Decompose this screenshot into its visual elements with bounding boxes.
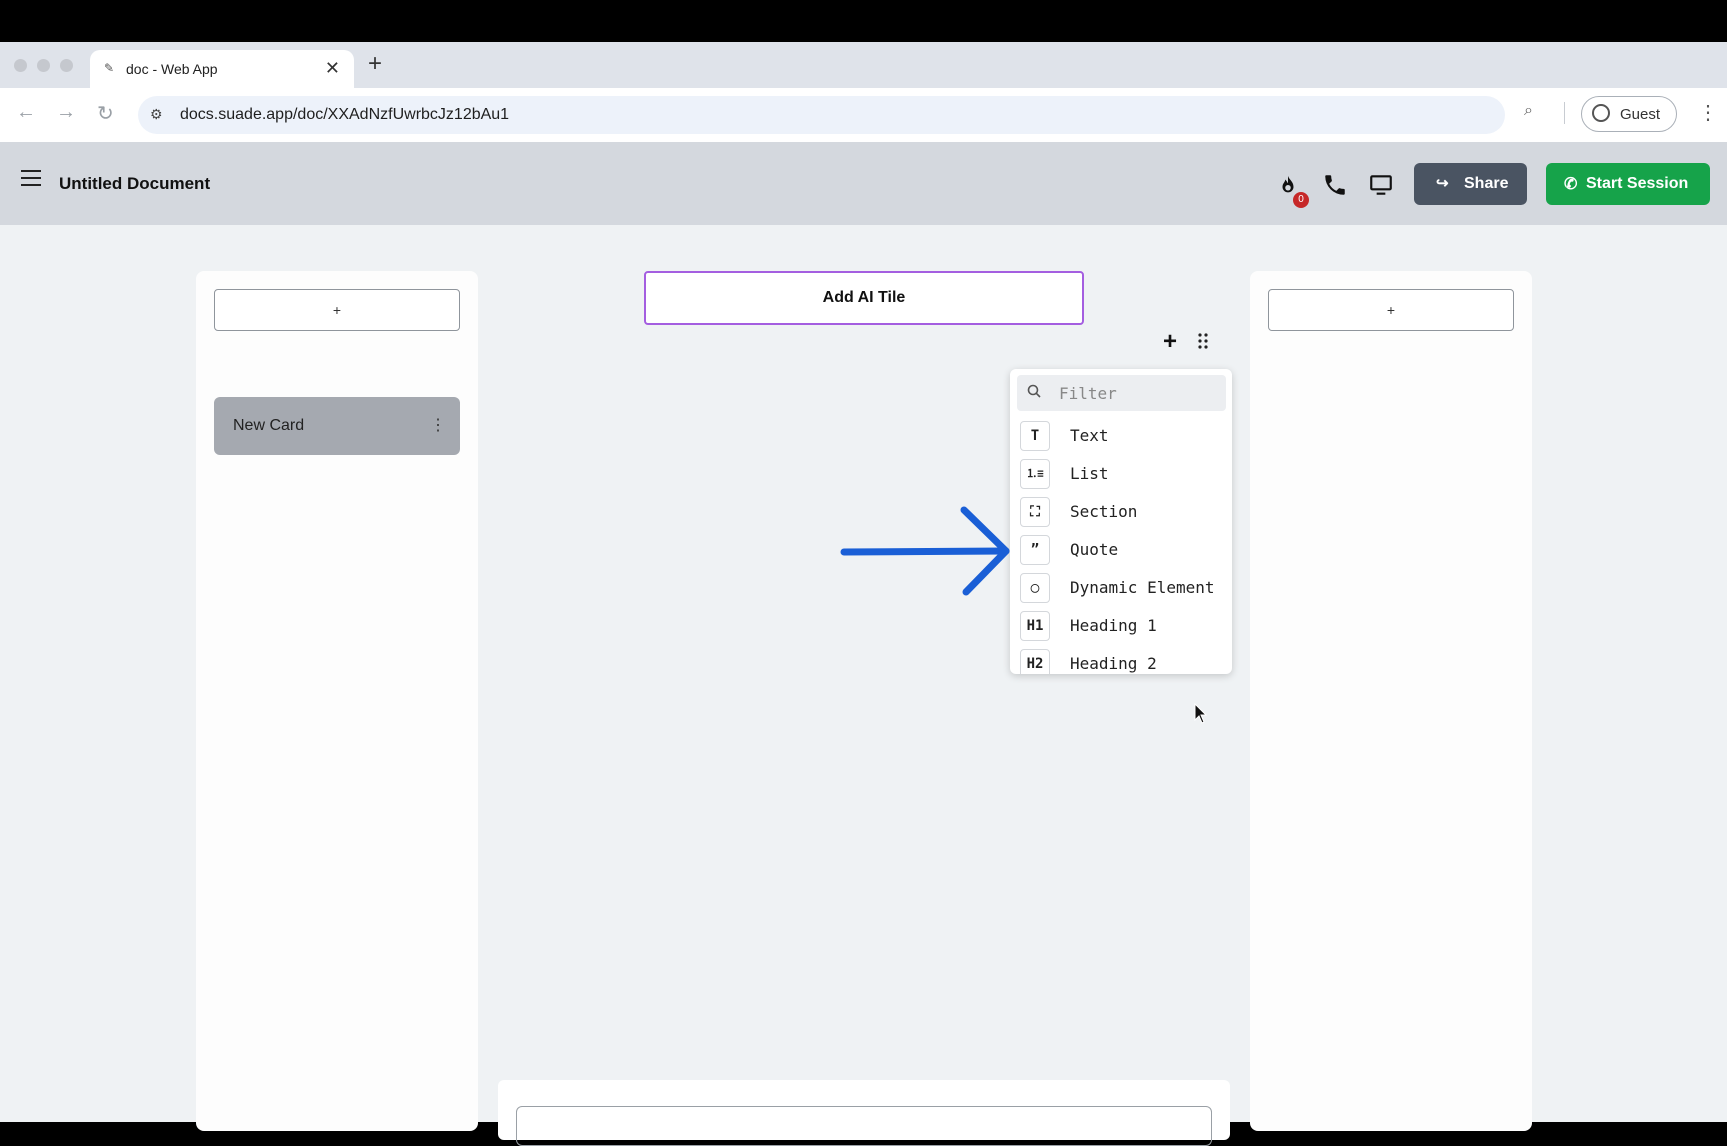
profile-label: Guest — [1620, 106, 1661, 123]
window-zoom-dot[interactable] — [60, 59, 73, 72]
toolbar-divider — [1564, 102, 1565, 124]
section-icon: ⛶ — [1020, 497, 1050, 527]
dynamic-element-icon: ◯ — [1020, 573, 1050, 603]
left-add-card-button[interactable]: + — [214, 289, 460, 331]
text-icon: T — [1020, 421, 1050, 451]
window-close-dot[interactable] — [14, 59, 27, 72]
window-minimize-dot[interactable] — [37, 59, 50, 72]
share-button[interactable]: ↪ Share — [1414, 163, 1527, 205]
phone-icon[interactable] — [1322, 172, 1348, 198]
heading-2-icon: H2 — [1020, 649, 1050, 674]
menu-item-heading-1[interactable]: H1 Heading 1 — [1020, 610, 1232, 644]
new-tab-button[interactable]: + — [368, 50, 382, 78]
add-ai-tile-button[interactable]: Add AI Tile — [644, 271, 1084, 325]
menu-item-section[interactable]: ⛶ Section — [1020, 496, 1232, 530]
drag-handle-icon[interactable] — [1197, 332, 1209, 350]
add-block-button[interactable]: + — [1163, 328, 1177, 356]
menu-item-label: Quote — [1070, 540, 1119, 559]
menu-item-heading-2[interactable]: H2 Heading 2 — [1020, 648, 1232, 674]
profile-icon — [1592, 104, 1610, 122]
menu-item-label: Section — [1070, 502, 1138, 521]
menu-item-dynamic-element[interactable]: ◯ Dynamic Element — [1020, 572, 1232, 606]
quote-icon: ” — [1020, 535, 1050, 565]
menu-item-label: Dynamic Element — [1070, 578, 1215, 597]
start-session-label: Start Session — [1586, 175, 1689, 192]
tab-title: doc - Web App — [126, 61, 218, 77]
url-text: docs.suade.app/doc/XXAdNzfUwrbcJz12bAu1 — [180, 106, 510, 123]
filter-field — [1017, 375, 1226, 411]
reload-icon[interactable]: ↻ — [97, 101, 114, 126]
bottom-block — [498, 1080, 1230, 1146]
browser-toolbar: ← → ↻ ⚙ docs.suade.app/doc/XXAdNzfUwrbcJ… — [0, 88, 1727, 142]
block-type-menu: T Text ⒈≡ List ⛶ Section ” Quote ◯ Dynam… — [1010, 369, 1232, 674]
profile-button[interactable]: Guest — [1581, 96, 1677, 132]
mouse-cursor-icon — [1194, 703, 1208, 724]
search-icon — [1027, 384, 1041, 398]
right-add-card-button[interactable]: + — [1268, 289, 1514, 331]
menu-item-label: Heading 2 — [1070, 654, 1157, 673]
menu-item-label: List — [1070, 464, 1109, 483]
back-icon[interactable]: ← — [16, 101, 36, 124]
share-icon: ↪ — [1436, 175, 1449, 192]
document-title[interactable]: Untitled Document — [59, 174, 210, 194]
site-settings-icon[interactable]: ⚙ — [150, 106, 163, 123]
filter-input[interactable] — [1057, 383, 1221, 404]
menu-item-list[interactable]: ⒈≡ List — [1020, 458, 1232, 492]
phone-icon: ✆ — [1564, 176, 1578, 193]
heading-1-icon: H1 — [1020, 611, 1050, 641]
notification-badge: 0 — [1293, 192, 1309, 208]
menu-item-quote[interactable]: ” Quote — [1020, 534, 1232, 568]
app-header: Untitled Document 0 ↪ Share ✆ Start Sess… — [0, 142, 1727, 225]
block-input[interactable] — [516, 1106, 1212, 1146]
favicon-icon: ✎ — [104, 61, 115, 75]
start-session-button[interactable]: ✆ Start Session — [1546, 163, 1710, 205]
share-label: Share — [1464, 175, 1509, 192]
card-menu-icon[interactable]: ⋮ — [430, 415, 446, 435]
annotation-arrow-icon — [840, 506, 1010, 596]
menu-item-label: Heading 1 — [1070, 616, 1157, 635]
right-column: + — [1250, 271, 1532, 1131]
address-bar[interactable]: ⚙ docs.suade.app/doc/XXAdNzfUwrbcJz12bAu… — [138, 96, 1505, 134]
forward-icon[interactable]: → — [56, 101, 76, 124]
card-title: New Card — [233, 417, 305, 434]
lens-search-icon[interactable]: ⌕ — [1524, 102, 1533, 120]
browser-tab[interactable]: ✎ doc - Web App ✕ — [90, 50, 354, 90]
tab-close-icon[interactable]: ✕ — [325, 58, 340, 79]
left-column: + New Card ⋮ — [196, 271, 478, 1131]
menu-item-text[interactable]: T Text — [1020, 420, 1232, 454]
new-card[interactable]: New Card ⋮ — [214, 397, 460, 455]
list-icon: ⒈≡ — [1020, 459, 1050, 489]
menu-item-label: Text — [1070, 426, 1109, 445]
document-canvas: + New Card ⋮ Add AI Tile + T Text ⒈≡ Lis… — [0, 225, 1727, 1146]
hamburger-menu-icon[interactable] — [21, 170, 41, 186]
browser-menu-icon[interactable]: ⋮ — [1698, 100, 1718, 125]
screen-share-icon[interactable] — [1368, 172, 1394, 198]
